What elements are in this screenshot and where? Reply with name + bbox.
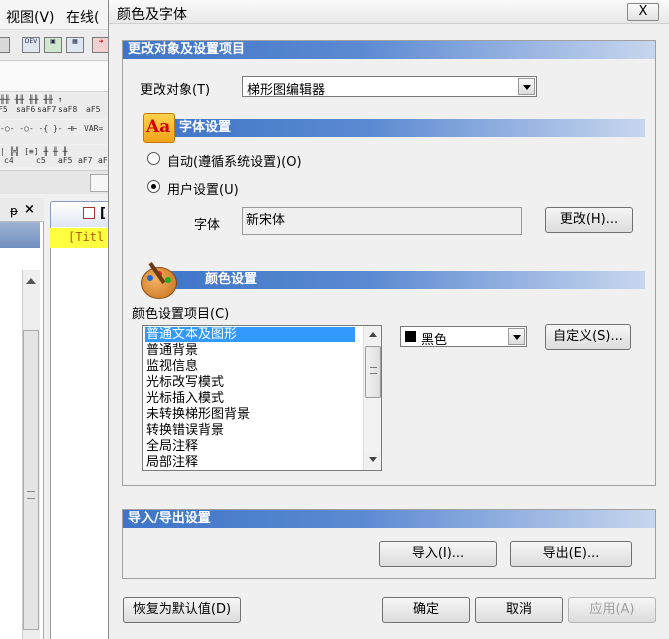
- radio-user[interactable]: [147, 180, 160, 193]
- scroll-down-icon: [369, 457, 377, 462]
- ladder-key[interactable]: aF5: [86, 105, 100, 114]
- target-select[interactable]: 梯形图编辑器: [242, 76, 537, 98]
- toolbar-blank: [0, 62, 120, 92]
- change-target-group: 更改对象及设置项目 更改对象(T) 梯形图编辑器 字体设置 Aa 自动(遵循系统…: [122, 40, 656, 486]
- font-label: 字体: [194, 218, 221, 233]
- list-item[interactable]: 未转换梯形图背景: [146, 407, 250, 422]
- target-select-value: 梯形图编辑器: [247, 83, 326, 98]
- color-select[interactable]: 黑色: [400, 326, 527, 348]
- color-select-value: 黑色: [421, 333, 448, 348]
- list-item[interactable]: 监视信息: [146, 359, 198, 374]
- export-button[interactable]: 导出(E)...: [510, 541, 632, 567]
- font-display: 新宋体: [242, 207, 522, 235]
- color-settings-header: 颜色设置: [147, 271, 645, 289]
- color-font-dialog: 颜色及字体 X 更改对象及设置项目 更改对象(T) 梯形图编辑器 字体设置 Aa…: [108, 0, 669, 639]
- ladder-key[interactable]: saF6: [16, 105, 35, 114]
- list-item[interactable]: 局部注释: [146, 455, 198, 470]
- toolbar-row: -○- -○- -{ }- ⊣⊢ VAR=: [0, 120, 120, 144]
- navigation-selected-row[interactable]: [0, 222, 40, 248]
- pin-icon[interactable]: ᵽ: [10, 204, 18, 218]
- toolbar-row-4: [0, 170, 120, 194]
- change-font-button[interactable]: 更改(H)...: [545, 207, 633, 233]
- radio-auto[interactable]: [147, 152, 160, 165]
- palette-icon: [141, 262, 179, 303]
- ladder-key[interactable]: c4: [4, 156, 14, 165]
- import-export-header: 导入/导出设置: [123, 510, 655, 528]
- ladder-key[interactable]: saF7: [37, 105, 56, 114]
- font-value: 新宋体: [246, 213, 286, 228]
- dialog-title: 颜色及字体: [117, 7, 187, 23]
- import-export-group: 导入/导出设置 导入(I)... 导出(E)...: [122, 509, 656, 579]
- ladder-key[interactable]: F5: [0, 105, 8, 114]
- ladder-key[interactable]: c5: [36, 156, 46, 165]
- toolbar-button[interactable]: ▦: [66, 37, 84, 53]
- color-items-list[interactable]: 普通文本及图形 普通背景 监视信息 光标改写模式 光标插入模式 未转换梯形图背景…: [142, 325, 382, 471]
- list-item[interactable]: 全局注释: [146, 439, 198, 454]
- menu-view[interactable]: 视图(V): [6, 7, 55, 27]
- menu-online[interactable]: 在线(: [66, 7, 99, 27]
- list-item[interactable]: 普通背景: [146, 343, 198, 358]
- ok-button[interactable]: 确定: [382, 597, 470, 623]
- editor-title-text: [Titl: [68, 230, 105, 244]
- scrollbar-thumb[interactable]: [23, 330, 39, 630]
- list-item[interactable]: 光标改写模式: [146, 375, 224, 390]
- font-settings-header: 字体设置: [147, 119, 645, 137]
- editor-tab-label: [: [100, 206, 106, 221]
- toolbar-button[interactable]: DEV: [22, 37, 40, 53]
- apply-button[interactable]: 应用(A): [568, 597, 656, 623]
- chevron-down-icon[interactable]: [518, 78, 535, 95]
- close-panel-icon[interactable]: ×: [24, 202, 35, 217]
- ladder-key[interactable]: saF8: [58, 105, 77, 114]
- toolbar-ladder-symbols: ╫╫ ╫╫ ╫╫ ╫╫ ↑ F5 saF6 saF7 saF8 aF5: [0, 93, 120, 119]
- scroll-up-icon: [369, 332, 377, 337]
- color-swatch: [405, 331, 416, 342]
- menu-bar: 视图(V) 在线(: [0, 0, 120, 30]
- toolbar-button[interactable]: [0, 37, 10, 53]
- list-item[interactable]: 普通文本及图形: [145, 327, 355, 342]
- radio-auto-label[interactable]: 自动(遵循系统设置)(O): [167, 151, 302, 170]
- cancel-button[interactable]: 取消: [475, 597, 563, 623]
- radio-user-label[interactable]: 用户设置(U): [167, 179, 239, 198]
- color-items-label: 颜色设置项目(C): [132, 307, 230, 322]
- scroll-up-icon[interactable]: [26, 278, 36, 284]
- navigation-panel-header: [0, 198, 44, 222]
- ladder-key[interactable]: aF7: [78, 156, 92, 165]
- list-item[interactable]: 光标插入模式: [146, 391, 224, 406]
- target-label: 更改对象(T): [140, 83, 211, 98]
- grip-icon: [27, 491, 35, 499]
- import-button[interactable]: 导入(I)...: [379, 541, 497, 567]
- list-scrollbar[interactable]: [363, 326, 381, 470]
- list-scroll-thumb[interactable]: [365, 346, 381, 398]
- toolbar-button[interactable]: ▣: [44, 37, 62, 53]
- scroll-up-button[interactable]: [365, 327, 381, 343]
- font-aa-icon: Aa: [143, 113, 177, 147]
- list-item[interactable]: 转换错误背景: [146, 423, 224, 438]
- scroll-down-button[interactable]: [365, 452, 381, 468]
- ladder-file-icon: [83, 207, 95, 219]
- restore-defaults-button[interactable]: 恢复为默认值(D): [123, 597, 241, 623]
- ladder-key[interactable]: aF5: [58, 156, 72, 165]
- group-header: 更改对象及设置项目: [123, 41, 655, 59]
- custom-color-button[interactable]: 自定义(S)...: [545, 324, 631, 350]
- toolbar-main: DEV ▣ ▦ ➜: [0, 31, 120, 61]
- dialog-close-button[interactable]: X: [627, 3, 659, 21]
- grip-icon: [370, 367, 377, 374]
- toolbar-row-3: | ╠╣ [≡] ╫ ╫ ╫ c4 c5 aF5 aF7 aF8: [0, 145, 120, 167]
- chevron-down-icon[interactable]: [508, 328, 525, 345]
- dialog-titlebar: 颜色及字体 X: [109, 0, 669, 24]
- ladder-key-var[interactable]: VAR=: [84, 124, 103, 133]
